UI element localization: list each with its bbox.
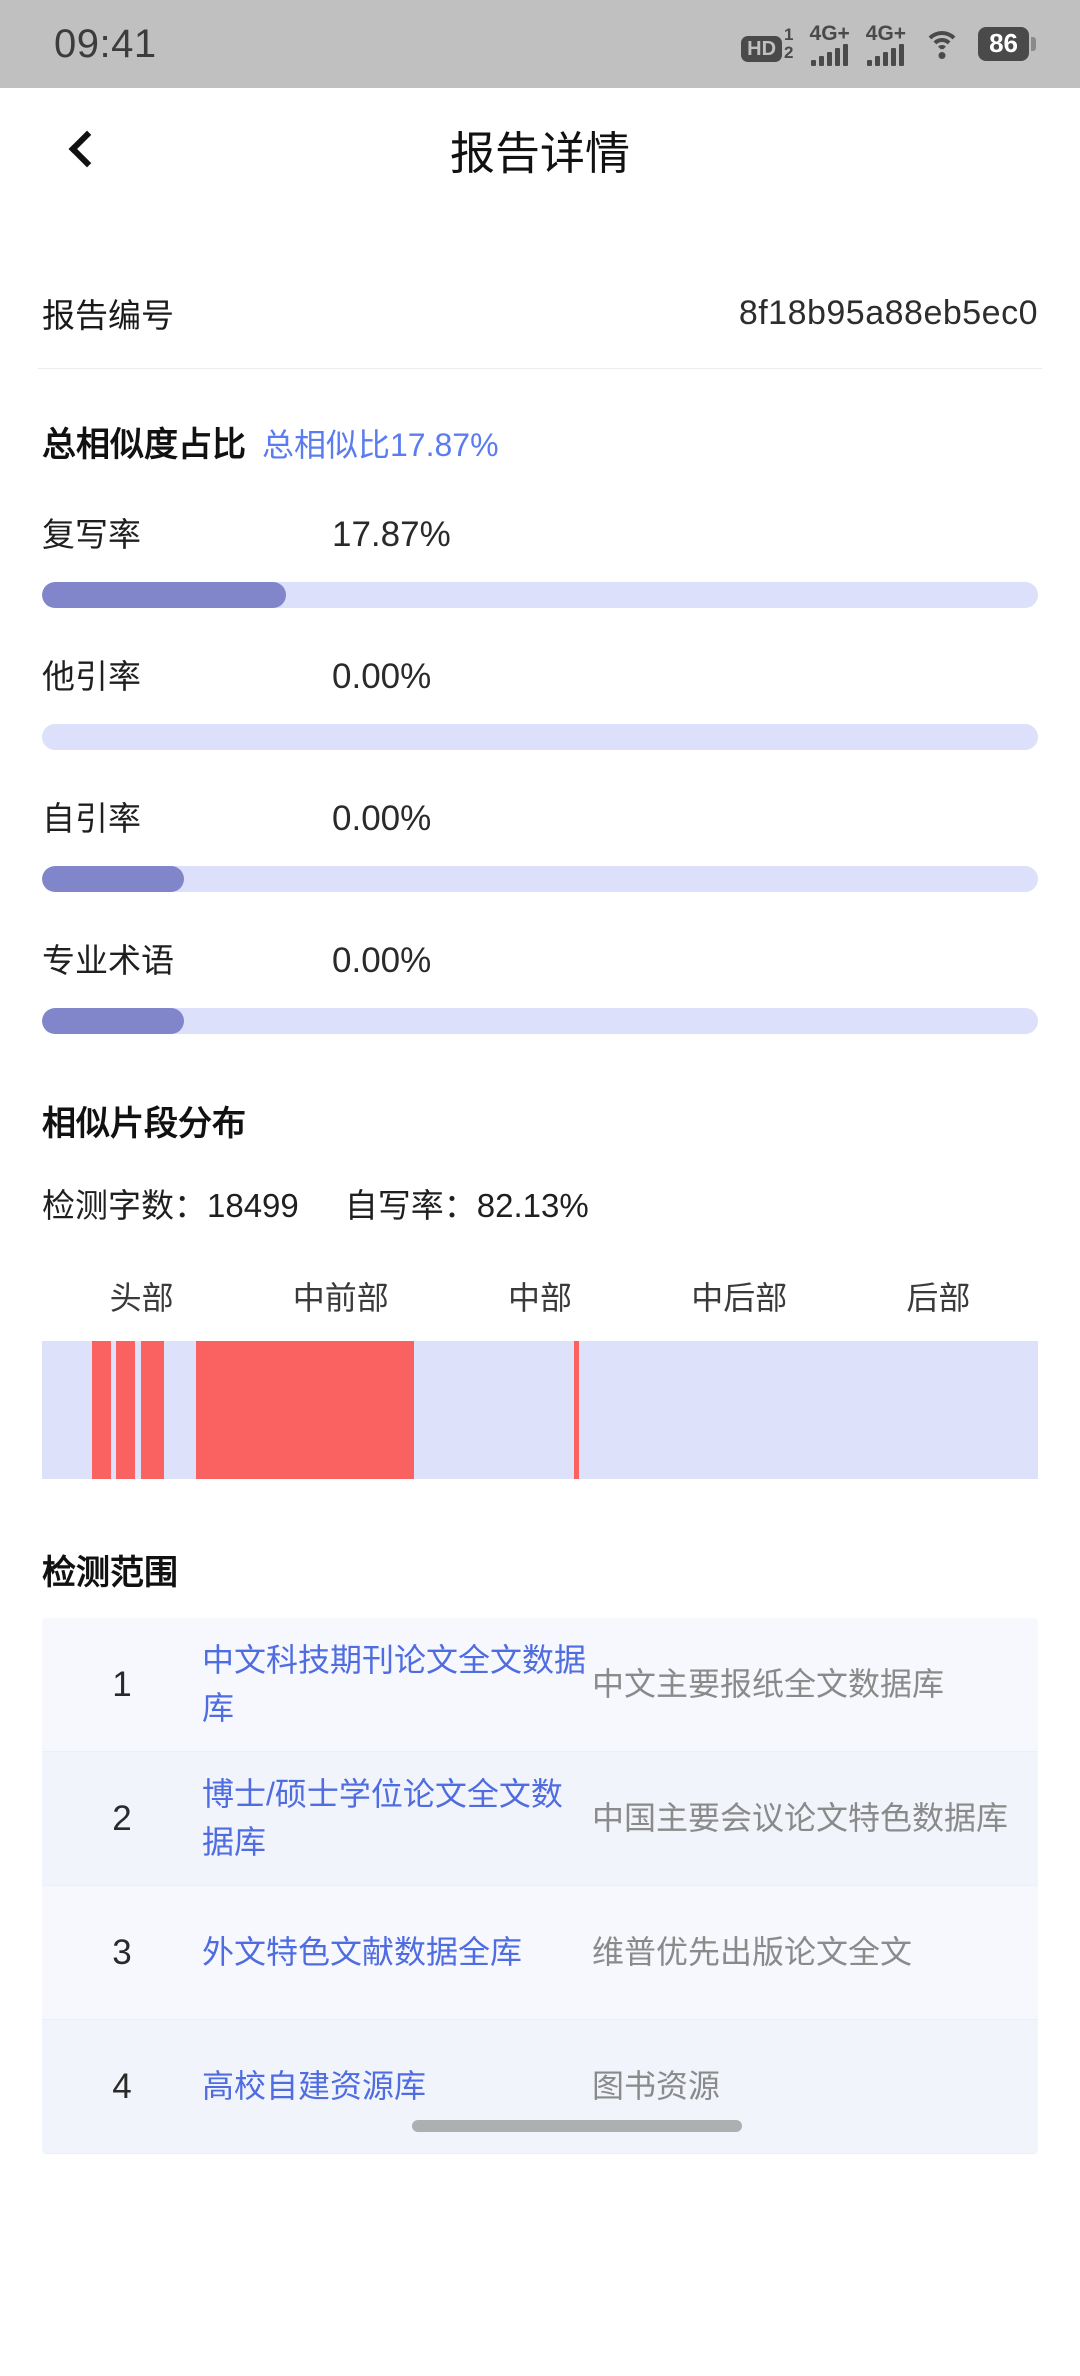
metric-value: 0.00% xyxy=(332,799,431,839)
network-type-label-1: 4G+ xyxy=(810,23,850,44)
row-index: 2 xyxy=(42,1799,202,1839)
word-count-value: 18499 xyxy=(207,1187,299,1224)
metric-progress-track xyxy=(42,724,1038,750)
similarity-metric: 自引率0.00% xyxy=(0,792,1080,892)
battery-icon: 86 xyxy=(978,27,1036,60)
segment-label: 中前部 xyxy=(241,1273,440,1319)
battery-level-label: 86 xyxy=(978,27,1029,60)
metric-value: 0.00% xyxy=(332,941,431,981)
metric-progress-fill xyxy=(42,1008,184,1034)
metric-progress-track xyxy=(42,582,1038,608)
status-bar-icons: HD 1 2 4G+ 4G+ 86 xyxy=(741,23,1036,66)
hd-voice-sub: 2 xyxy=(784,44,793,62)
wifi-icon xyxy=(922,29,962,59)
word-count-stat: 检测字数：18499 xyxy=(42,1179,299,1227)
word-count-label: 检测字数： xyxy=(42,1187,207,1224)
fragment-distribution-title: 相似片段分布 xyxy=(0,1096,1080,1145)
report-id-value: 8f18b95a88eb5ec0 xyxy=(739,294,1038,333)
self-write-label: 自写率： xyxy=(345,1187,477,1224)
metric-progress-fill xyxy=(42,866,184,892)
report-id-row: 报告编号 8f18b95a88eb5ec0 xyxy=(0,258,1080,368)
metric-name: 他引率 xyxy=(42,650,332,698)
table-row[interactable]: 1中文科技期刊论文全文数据库中文主要报纸全文数据库 xyxy=(42,1618,1038,1752)
segment-label: 头部 xyxy=(42,1273,241,1319)
source-secondary: 中文主要报纸全文数据库 xyxy=(592,1661,1038,1708)
hd-voice-sup: 1 xyxy=(784,26,793,44)
metric-value: 17.87% xyxy=(332,515,451,555)
self-write-value: 82.13% xyxy=(477,1187,589,1224)
navigation-bar: 报告详情 xyxy=(0,88,1080,210)
status-bar: 09:41 HD 1 2 4G+ 4G+ 86 xyxy=(0,0,1080,88)
similarity-segment-marker xyxy=(574,1341,579,1479)
page-title: 报告详情 xyxy=(0,117,1080,182)
metric-value: 0.00% xyxy=(332,657,431,697)
detection-scope-table[interactable]: 1中文科技期刊论文全文数据库中文主要报纸全文数据库2博士/硕士学位论文全文数据库… xyxy=(42,1618,1038,2154)
table-row[interactable]: 3外文特色文献数据全库维普优先出版论文全文 xyxy=(42,1886,1038,2020)
self-write-stat: 自写率：82.13% xyxy=(345,1179,589,1227)
source-primary[interactable]: 外文特色文献数据全库 xyxy=(202,1929,592,1976)
network-type-label-2: 4G+ xyxy=(866,23,906,44)
total-similarity-badge: 总相似比17.87% xyxy=(262,420,499,466)
status-bar-clock: 09:41 xyxy=(54,22,157,67)
fragment-stats: 检测字数：18499 自写率：82.13% xyxy=(0,1179,1080,1227)
segment-label: 中部 xyxy=(440,1273,639,1319)
horizontal-scrollbar[interactable] xyxy=(412,2120,742,2132)
similarity-title: 总相似度占比 xyxy=(42,417,246,466)
chevron-left-icon xyxy=(69,131,106,168)
similarity-segment-marker xyxy=(196,1341,414,1479)
source-primary[interactable]: 中文科技期刊论文全文数据库 xyxy=(202,1637,592,1732)
similarity-metric: 复写率17.87% xyxy=(0,508,1080,608)
segment-label: 后部 xyxy=(839,1273,1038,1319)
signal-icon: 4G+ xyxy=(866,23,906,66)
similarity-segment-marker xyxy=(116,1341,135,1479)
table-row[interactable]: 4高校自建资源库图书资源 xyxy=(42,2020,1038,2154)
source-secondary: 图书资源 xyxy=(592,2063,1038,2110)
similarity-distribution-bar xyxy=(42,1341,1038,1479)
metric-name: 复写率 xyxy=(42,508,332,556)
source-primary[interactable]: 博士/硕士学位论文全文数据库 xyxy=(202,1771,592,1866)
section-divider xyxy=(38,368,1042,369)
similarity-segment-marker xyxy=(141,1341,165,1479)
detection-scope-title: 检测范围 xyxy=(0,1545,1080,1594)
similarity-header: 总相似度占比 总相似比17.87% xyxy=(0,417,1080,466)
similarity-metric-list: 复写率17.87%他引率0.00%自引率0.00%专业术语0.00% xyxy=(0,508,1080,1034)
metric-name: 自引率 xyxy=(42,792,332,840)
hd-voice-label: HD xyxy=(741,36,782,62)
segment-label-row: 头部中前部中部中后部后部 xyxy=(0,1273,1080,1319)
row-index: 1 xyxy=(42,1665,202,1705)
similarity-metric: 专业术语0.00% xyxy=(0,934,1080,1034)
row-index: 3 xyxy=(42,1933,202,1973)
source-secondary: 中国主要会议论文特色数据库 xyxy=(592,1795,1038,1842)
metric-progress-track xyxy=(42,1008,1038,1034)
metric-progress-fill xyxy=(42,582,286,608)
source-secondary: 维普优先出版论文全文 xyxy=(592,1929,1038,1976)
source-primary[interactable]: 高校自建资源库 xyxy=(202,2063,592,2110)
metric-progress-track xyxy=(42,866,1038,892)
back-button[interactable] xyxy=(48,114,118,184)
signal-icon: 4G+ xyxy=(810,23,850,66)
similarity-segment-marker xyxy=(92,1341,111,1479)
segment-label: 中后部 xyxy=(640,1273,839,1319)
metric-name: 专业术语 xyxy=(42,934,332,982)
row-index: 4 xyxy=(42,2067,202,2107)
table-row[interactable]: 2博士/硕士学位论文全文数据库中国主要会议论文特色数据库 xyxy=(42,1752,1038,1886)
hd-voice-icon: HD 1 2 xyxy=(741,26,793,62)
similarity-metric: 他引率0.00% xyxy=(0,650,1080,750)
report-id-label: 报告编号 xyxy=(42,289,174,337)
